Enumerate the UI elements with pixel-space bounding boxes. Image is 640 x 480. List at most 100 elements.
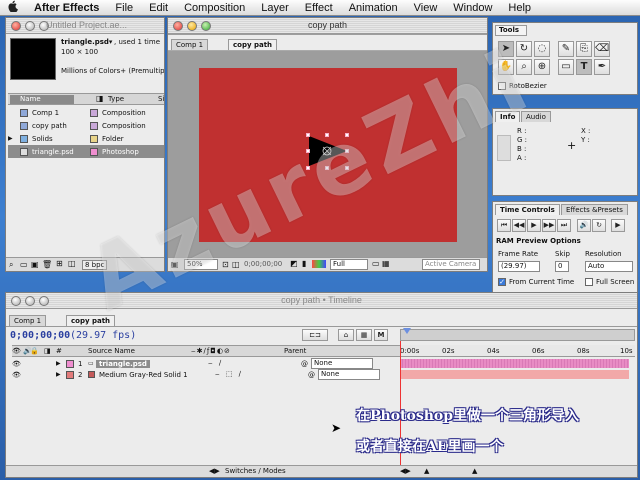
menu-effect[interactable]: Effect — [297, 2, 341, 14]
menu-composition[interactable]: Composition — [176, 2, 253, 14]
menu-animation[interactable]: Animation — [341, 2, 406, 14]
col-type[interactable]: Type — [108, 95, 124, 103]
zoom-out-icon[interactable]: ◀▶ — [400, 467, 411, 475]
col-parent[interactable]: Parent — [284, 347, 364, 355]
parent-select[interactable]: None — [311, 358, 373, 369]
col-size[interactable]: Si — [158, 95, 164, 103]
zoom-slider[interactable]: ▲ — [424, 467, 429, 475]
previous-frame-icon[interactable]: ◀◀ — [512, 219, 526, 232]
new-folder-icon[interactable]: ▭ — [20, 260, 28, 269]
layer-duration-bar[interactable] — [400, 370, 629, 379]
first-frame-icon[interactable]: ⏮ — [497, 219, 511, 232]
transform-handle[interactable] — [325, 133, 329, 137]
hand-tool-icon[interactable]: ✋ — [498, 59, 514, 75]
transform-handle[interactable] — [325, 166, 329, 170]
disclosure-triangle-icon[interactable]: ▶ — [8, 135, 20, 142]
time-ruler[interactable]: 0:00s 02s 04s 06s 08s 10s — [400, 345, 635, 357]
switches-modes-toggle[interactable]: Switches / Modes — [225, 467, 286, 475]
triangle-layer[interactable] — [199, 68, 457, 242]
disclosure-triangle-icon[interactable]: ▶ — [56, 371, 66, 378]
snapshot-icon[interactable]: ◫ — [232, 260, 240, 269]
pan-behind-icon[interactable]: ⊕ — [534, 59, 550, 75]
resolution-select[interactable]: Auto — [585, 261, 633, 272]
zoom-tool-icon[interactable]: ⌕ — [516, 59, 532, 75]
transform-handle[interactable] — [345, 166, 349, 170]
menu-app-name[interactable]: After Effects — [26, 2, 107, 14]
frame-rate-select[interactable]: (29.97) — [498, 261, 540, 272]
resolution-select[interactable]: Full — [330, 259, 368, 270]
orbit-camera-icon[interactable]: ◌ — [534, 41, 550, 57]
minimize-window-button[interactable] — [25, 21, 35, 31]
transparency-grid-icon[interactable]: ▦ — [382, 259, 390, 268]
clone-tool-icon[interactable]: ⎘ — [576, 41, 592, 57]
menu-file[interactable]: File — [107, 2, 141, 14]
col-name[interactable]: Name — [10, 95, 74, 104]
time-navigator[interactable] — [400, 328, 635, 341]
close-window-button[interactable] — [11, 21, 21, 31]
disclosure-triangle-icon[interactable]: ▶ — [56, 360, 66, 367]
region-of-interest-icon[interactable]: ▭ — [372, 259, 380, 268]
flowchart-icon[interactable]: ⊞ — [56, 259, 63, 268]
tab-audio[interactable]: Audio — [521, 111, 551, 122]
apple-menu-icon[interactable] — [0, 0, 26, 15]
tab-comp-1[interactable]: Comp 1 — [171, 39, 209, 50]
project-title-bar[interactable]: Untitled Project.ae... — [6, 18, 164, 34]
menu-help[interactable]: Help — [500, 2, 539, 14]
rotate-tool-icon[interactable]: ↻ — [516, 41, 532, 57]
project-item[interactable]: ▶ Solids Folder — [8, 132, 164, 145]
last-frame-icon[interactable]: ⏭ — [557, 219, 571, 232]
timeline-timecode[interactable]: 0;00;00;00 — [10, 330, 70, 341]
find-icon[interactable]: ⌕ — [9, 260, 13, 270]
comp-title-bar[interactable]: copy path — [168, 18, 487, 34]
shy-layers-icon[interactable]: ⌂ — [338, 329, 354, 341]
comp-marker-icon[interactable]: ⊏⊐ — [302, 329, 328, 341]
color-channel-icon[interactable] — [312, 260, 326, 268]
tab-effects-presets[interactable]: Effects &Presets — [561, 204, 628, 215]
project-item[interactable]: copy path Composition — [8, 119, 164, 132]
transform-handle[interactable] — [306, 133, 310, 137]
pickwhip-icon[interactable]: @ — [301, 360, 311, 368]
transform-handle[interactable] — [345, 149, 349, 153]
new-comp-icon[interactable]: ▣ — [31, 260, 39, 269]
frame-blending-icon[interactable]: ▦ — [356, 329, 372, 341]
tab-time-controls[interactable]: Time Controls — [495, 204, 560, 215]
interpret-icon[interactable]: ◫ — [68, 259, 76, 268]
audio-icon[interactable]: 🔊 — [577, 219, 591, 232]
zoom-select[interactable]: 50% — [184, 259, 218, 270]
menu-edit[interactable]: Edit — [141, 2, 176, 14]
transform-handle[interactable] — [306, 166, 310, 170]
eye-icon[interactable]: 👁 — [12, 371, 30, 379]
full-screen-checkbox[interactable]: Full Screen — [585, 278, 634, 286]
layer-switches[interactable]: ⌢ ⬚ ∕ — [215, 370, 308, 379]
layer-name[interactable]: triangle.psd — [96, 359, 150, 368]
pickwhip-icon[interactable]: @ — [308, 371, 318, 379]
play-icon[interactable]: ▶ — [527, 219, 541, 232]
layer-name[interactable]: Medium Gray-Red Solid 1 — [99, 371, 215, 379]
text-tool-icon[interactable]: T — [576, 59, 592, 75]
tab-comp-1[interactable]: Comp 1 — [9, 315, 47, 326]
channel-icon[interactable]: ▮ — [302, 259, 306, 268]
tools-tab[interactable]: Tools — [495, 25, 527, 36]
layer-switches[interactable]: ⌢ ∕ — [208, 359, 301, 368]
bit-depth-button[interactable]: 8 bpc — [82, 260, 108, 270]
menu-view[interactable]: View — [406, 2, 446, 14]
always-preview-icon[interactable]: ▣ — [171, 260, 179, 269]
transform-handle[interactable] — [306, 149, 310, 153]
project-item-selected[interactable]: triangle.psd Photoshop — [8, 145, 164, 158]
safe-zones-icon[interactable]: ⊡ — [222, 260, 229, 269]
pen-tool-icon[interactable]: ✒ — [594, 59, 610, 75]
rectangle-mask-icon[interactable]: ▭ — [558, 59, 574, 75]
camera-select[interactable]: Active Camera — [422, 259, 480, 270]
timeline-title-bar[interactable]: copy path • Timeline — [6, 293, 637, 309]
eye-icon[interactable]: 👁 — [12, 360, 30, 368]
loop-icon[interactable]: ↻ — [592, 219, 606, 232]
expand-collapse-icon[interactable]: ◀▶ — [209, 467, 220, 475]
current-time-indicator[interactable] — [400, 341, 401, 465]
project-item[interactable]: Comp 1 Composition — [8, 106, 164, 119]
tab-copy-path[interactable]: copy path — [228, 39, 278, 50]
comp-timecode[interactable]: 0;00;00;00 — [244, 260, 282, 268]
col-source-name[interactable]: Source Name — [66, 347, 191, 355]
layer-duration-bar[interactable] — [400, 359, 629, 368]
selection-tool-icon[interactable]: ➤ — [498, 41, 514, 57]
menu-layer[interactable]: Layer — [253, 2, 297, 14]
